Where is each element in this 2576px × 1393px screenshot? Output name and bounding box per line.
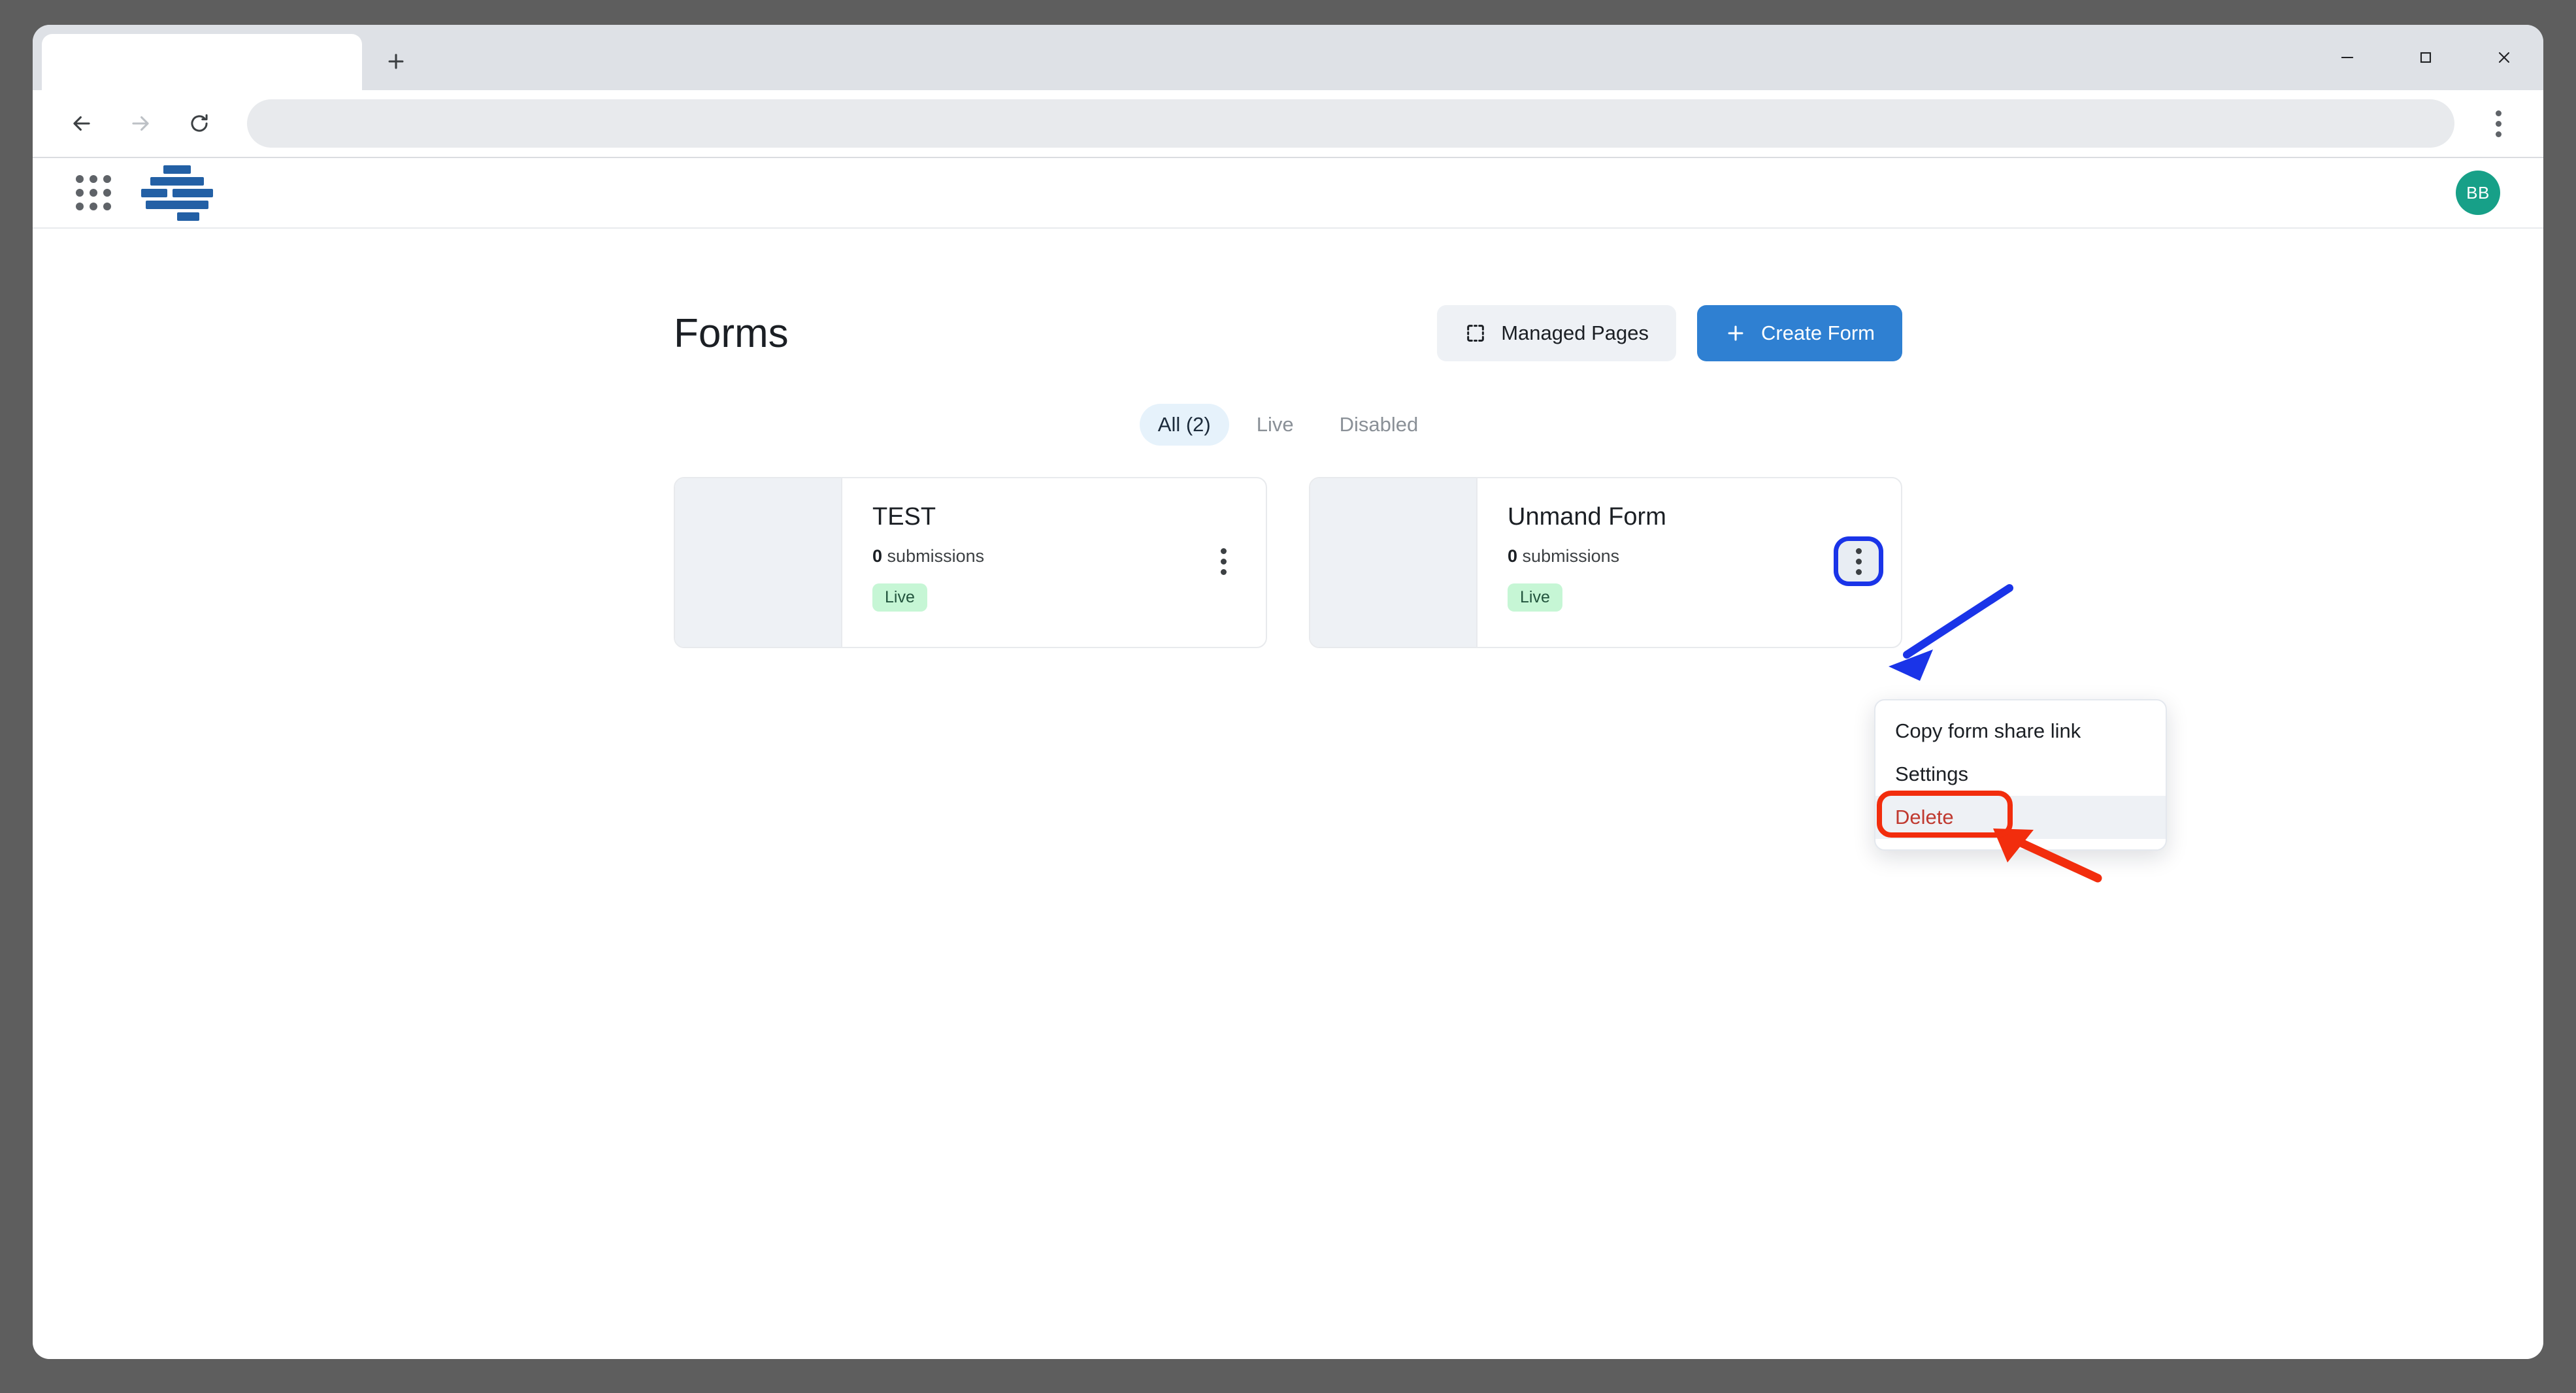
menu-item-settings[interactable]: Settings [1875,753,2166,796]
grid-apps-icon[interactable] [76,175,111,210]
three-dots-vertical-icon [1221,548,1227,575]
managed-pages-button[interactable]: Managed Pages [1437,305,1676,361]
url-bar[interactable] [247,99,2454,148]
avatar[interactable]: BB [2456,171,2500,215]
browser-window: BB Forms [33,25,2543,1359]
plus-icon [385,50,407,73]
filter-tabs: All (2) Live Disabled [674,404,1902,446]
maximize-icon [2417,48,2435,67]
reload-button[interactable] [173,97,226,150]
filter-tab-disabled[interactable]: Disabled [1321,404,1437,446]
page-content: Forms [33,229,2543,648]
forward-button[interactable] [114,97,167,150]
browser-toolbar [33,90,2543,158]
window-controls [2308,25,2543,90]
arrow-left-icon [69,111,94,136]
form-submissions-count: 0 [872,546,882,566]
form-title: Unmand Form [1508,504,1879,529]
three-dots-vertical-icon [1856,548,1862,575]
create-form-button[interactable]: Create Form [1697,305,1902,361]
unmand-logo-icon[interactable] [141,165,213,221]
form-submissions-label: submissions [1523,546,1620,566]
form-submissions: 0 submissions [872,546,1244,566]
forms-grid: TEST 0 submissions Live [674,477,1902,648]
maximize-button[interactable] [2386,25,2465,90]
form-title: TEST [872,504,1244,529]
form-card[interactable]: TEST 0 submissions Live [674,477,1267,648]
plus-icon [1725,322,1747,344]
form-submissions: 0 submissions [1508,546,1879,566]
close-button[interactable] [2465,25,2543,90]
page-header-row: Forms [674,298,1902,369]
browser-menu-button[interactable] [2475,97,2521,150]
form-thumbnail [1310,478,1478,647]
form-submissions-label: submissions [887,546,985,566]
minimize-icon [2338,48,2356,67]
filter-tab-live[interactable]: Live [1238,404,1312,446]
browser-tab-strip [33,25,2543,90]
page-title: Forms [674,310,789,357]
menu-item-copy-share-link[interactable]: Copy form share link [1875,710,2166,753]
three-dots-vertical-icon [2496,110,2502,137]
form-card[interactable]: Unmand Form 0 submissions Live [1309,477,1902,648]
browser-tab[interactable] [42,34,362,90]
header-actions: Managed Pages Create Form [1437,305,1902,361]
annotation-delete-highlight [1877,791,2013,838]
back-button[interactable] [55,97,108,150]
filter-tab-all[interactable]: All (2) [1140,404,1229,446]
reload-icon [187,111,212,136]
dashed-square-icon [1464,322,1487,344]
status-badge: Live [1508,583,1562,612]
form-submissions-count: 0 [1508,546,1517,566]
app-header: BB [33,158,2543,229]
create-form-label: Create Form [1761,321,1875,345]
form-menu-button[interactable] [1838,541,1879,582]
close-icon [2495,48,2513,67]
arrow-right-icon [128,111,153,136]
new-tab-button[interactable] [372,38,420,85]
minimize-button[interactable] [2308,25,2386,90]
form-menu-button[interactable] [1203,541,1244,582]
status-badge: Live [872,583,927,612]
managed-pages-label: Managed Pages [1501,321,1649,345]
avatar-initials: BB [2466,183,2490,203]
page-viewport: BB Forms [33,158,2543,1359]
form-thumbnail [675,478,842,647]
